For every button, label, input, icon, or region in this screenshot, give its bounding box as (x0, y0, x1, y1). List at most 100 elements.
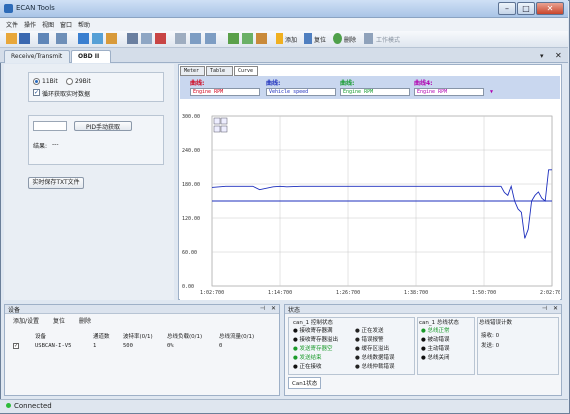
toolbar-workmode-label[interactable]: 工作模式 (376, 35, 400, 44)
status-panel: 状态 ⊣ ✕ can_1 控制状态 can_1 总线状态 总线错误计数 ● 接收寄存… (284, 304, 562, 396)
maximize-button[interactable]: □ (517, 2, 535, 15)
menu-item-3[interactable]: 窗口 (60, 20, 72, 29)
clear-icon[interactable] (106, 33, 117, 44)
device-reset-label[interactable]: 复位 (53, 316, 65, 325)
device-panel-title: 设备 (8, 307, 21, 314)
curve-select-4[interactable]: Engine RPM (414, 88, 493, 96)
control-status-item-b: ● 总线仲裁错误 (355, 364, 395, 370)
control-status-title: can_1 控制状态 (293, 320, 333, 326)
device-cell: 0% (167, 343, 174, 349)
curve-plot-area: 300.00 240.00 180.00 120.00 60.00 0.00 1:02:70… (180, 100, 564, 300)
window-icon[interactable] (127, 33, 138, 44)
copy-icon[interactable] (190, 33, 201, 44)
x-tick-label: 1:02:700 (200, 290, 224, 296)
device-cell: 500 (123, 343, 133, 349)
radio-29bit[interactable] (66, 78, 73, 85)
bus-status-item: ● 被动错误 (421, 337, 450, 343)
control-status-item: ● 接收寄存器满 (293, 328, 333, 334)
open-icon[interactable] (6, 33, 17, 44)
curve-label-4: 曲线4: (414, 80, 433, 87)
bus-status-title: can_1 总线状态 (419, 320, 459, 326)
control-status-item-b: ● 错误报警 (355, 337, 384, 343)
menu-item-0[interactable]: 文件 (6, 20, 18, 29)
result-label: 结果: (33, 143, 48, 150)
control-status-item: ● 发送寄存器空 (293, 346, 333, 352)
save-txt-button[interactable]: 实时保存TXT文件 (28, 177, 84, 189)
x-tick-label: 2:02:700 (540, 290, 560, 296)
tab-close-icon[interactable]: ✕ (555, 51, 562, 60)
tab-menu-chevron-icon[interactable]: ▾ (540, 52, 544, 60)
radio-11bit[interactable] (33, 78, 40, 85)
toolbar-delete-label[interactable]: 删除 (344, 35, 356, 44)
y-tick-label: 60.00 (182, 250, 197, 256)
toolbar-add-label[interactable]: 添加 (285, 35, 297, 44)
bus-status-item: ● 主动错误 (421, 346, 450, 352)
y-tick-label: 240.00 (182, 148, 200, 154)
menu-item-1[interactable]: 操作 (24, 20, 36, 29)
delete-icon[interactable] (333, 33, 342, 44)
curve-select-2[interactable]: Vehicle speed (266, 88, 345, 96)
save-icon[interactable] (19, 33, 30, 44)
curve-label-3: 曲线: (340, 80, 355, 87)
pid-input[interactable] (33, 121, 67, 131)
device-delete-label[interactable]: 删除 (79, 316, 91, 325)
loop-checkbox[interactable]: ✓ (33, 89, 40, 96)
add-icon[interactable] (276, 33, 283, 44)
workmode-icon[interactable] (364, 33, 373, 44)
pause-icon[interactable] (78, 33, 89, 44)
tab-obd[interactable]: OBD II (71, 50, 111, 63)
bus-status-item: ● 总线正常 (421, 328, 450, 334)
device-icon[interactable] (38, 33, 49, 44)
y-tick-label: 180.00 (182, 182, 200, 188)
status-panel-pin-icon[interactable]: ⊣ (542, 305, 547, 312)
device-cell: USBCAN-I-V5 (35, 343, 72, 349)
device-col-header: 设备 (35, 334, 47, 340)
device-col-header: 总线流量(0/1) (219, 334, 255, 340)
device-add-label[interactable]: 添加/设置 (13, 316, 39, 325)
tab-receive-transmit[interactable]: Receive/Transmit (4, 50, 70, 63)
device-panel-pin-icon[interactable]: ⊣ (260, 305, 265, 312)
zoom-out-icon (220, 117, 228, 125)
device-checkbox[interactable]: ✓ (13, 343, 19, 349)
paste-icon[interactable] (205, 33, 216, 44)
device-panel-close-icon[interactable]: ✕ (271, 305, 276, 312)
reset-icon[interactable] (304, 33, 312, 44)
toolbar-reset-label[interactable]: 复位 (314, 35, 326, 44)
control-status-item: ● 接收寄存器溢出 (293, 337, 339, 343)
format-icon[interactable] (256, 33, 267, 44)
zoom-plus-icon (213, 125, 221, 133)
bus-status-item: ● 总线关闭 (421, 355, 450, 361)
loop-checkbox-label: 循环获取实时数据 (42, 91, 91, 98)
close-button[interactable]: ✕ (536, 2, 564, 15)
subtab-table[interactable]: Table (206, 66, 233, 76)
cut-icon[interactable] (175, 33, 186, 44)
device2-icon[interactable] (56, 33, 67, 44)
x-tick-label: 1:50:700 (472, 290, 496, 296)
minimize-button[interactable]: – (498, 2, 516, 15)
curve-select-3[interactable]: Engine RPM (340, 88, 419, 96)
status-panel-close-icon[interactable]: ✕ (553, 305, 558, 312)
control-status-item-b: ● 缓存区溢出 (355, 346, 390, 352)
control-status-item-b: ● 正在发送 (355, 328, 384, 334)
rx-count: 接收: 0 (481, 333, 500, 339)
can1-status-tab[interactable]: Can1状态 (288, 377, 322, 389)
menu-item-2[interactable]: 视图 (42, 20, 54, 29)
refresh-icon[interactable] (92, 33, 103, 44)
pid-get-button[interactable]: PID手动获取 (74, 121, 132, 131)
tool-icon[interactable] (141, 33, 152, 44)
control-status-item: ● 正在接收 (293, 364, 322, 370)
subtab-meter[interactable]: Meter (180, 66, 205, 76)
device-cell: 1 (93, 343, 97, 349)
curve-select-1[interactable]: Engine RPM (190, 88, 269, 96)
link-icon[interactable] (242, 33, 253, 44)
status-bar (0, 399, 568, 413)
device-col-header: 波特率(0/1) (123, 334, 153, 340)
x-tick-label: 1:26:700 (336, 290, 360, 296)
filter-icon[interactable] (228, 33, 239, 44)
result-value: --- (52, 141, 59, 148)
tx-count: 发送: 0 (481, 343, 500, 349)
zoom-in-icon (213, 117, 221, 125)
menu-item-4[interactable]: 帮助 (78, 20, 90, 29)
subtab-curve[interactable]: Curve (234, 66, 258, 76)
stop-icon[interactable] (155, 33, 166, 44)
